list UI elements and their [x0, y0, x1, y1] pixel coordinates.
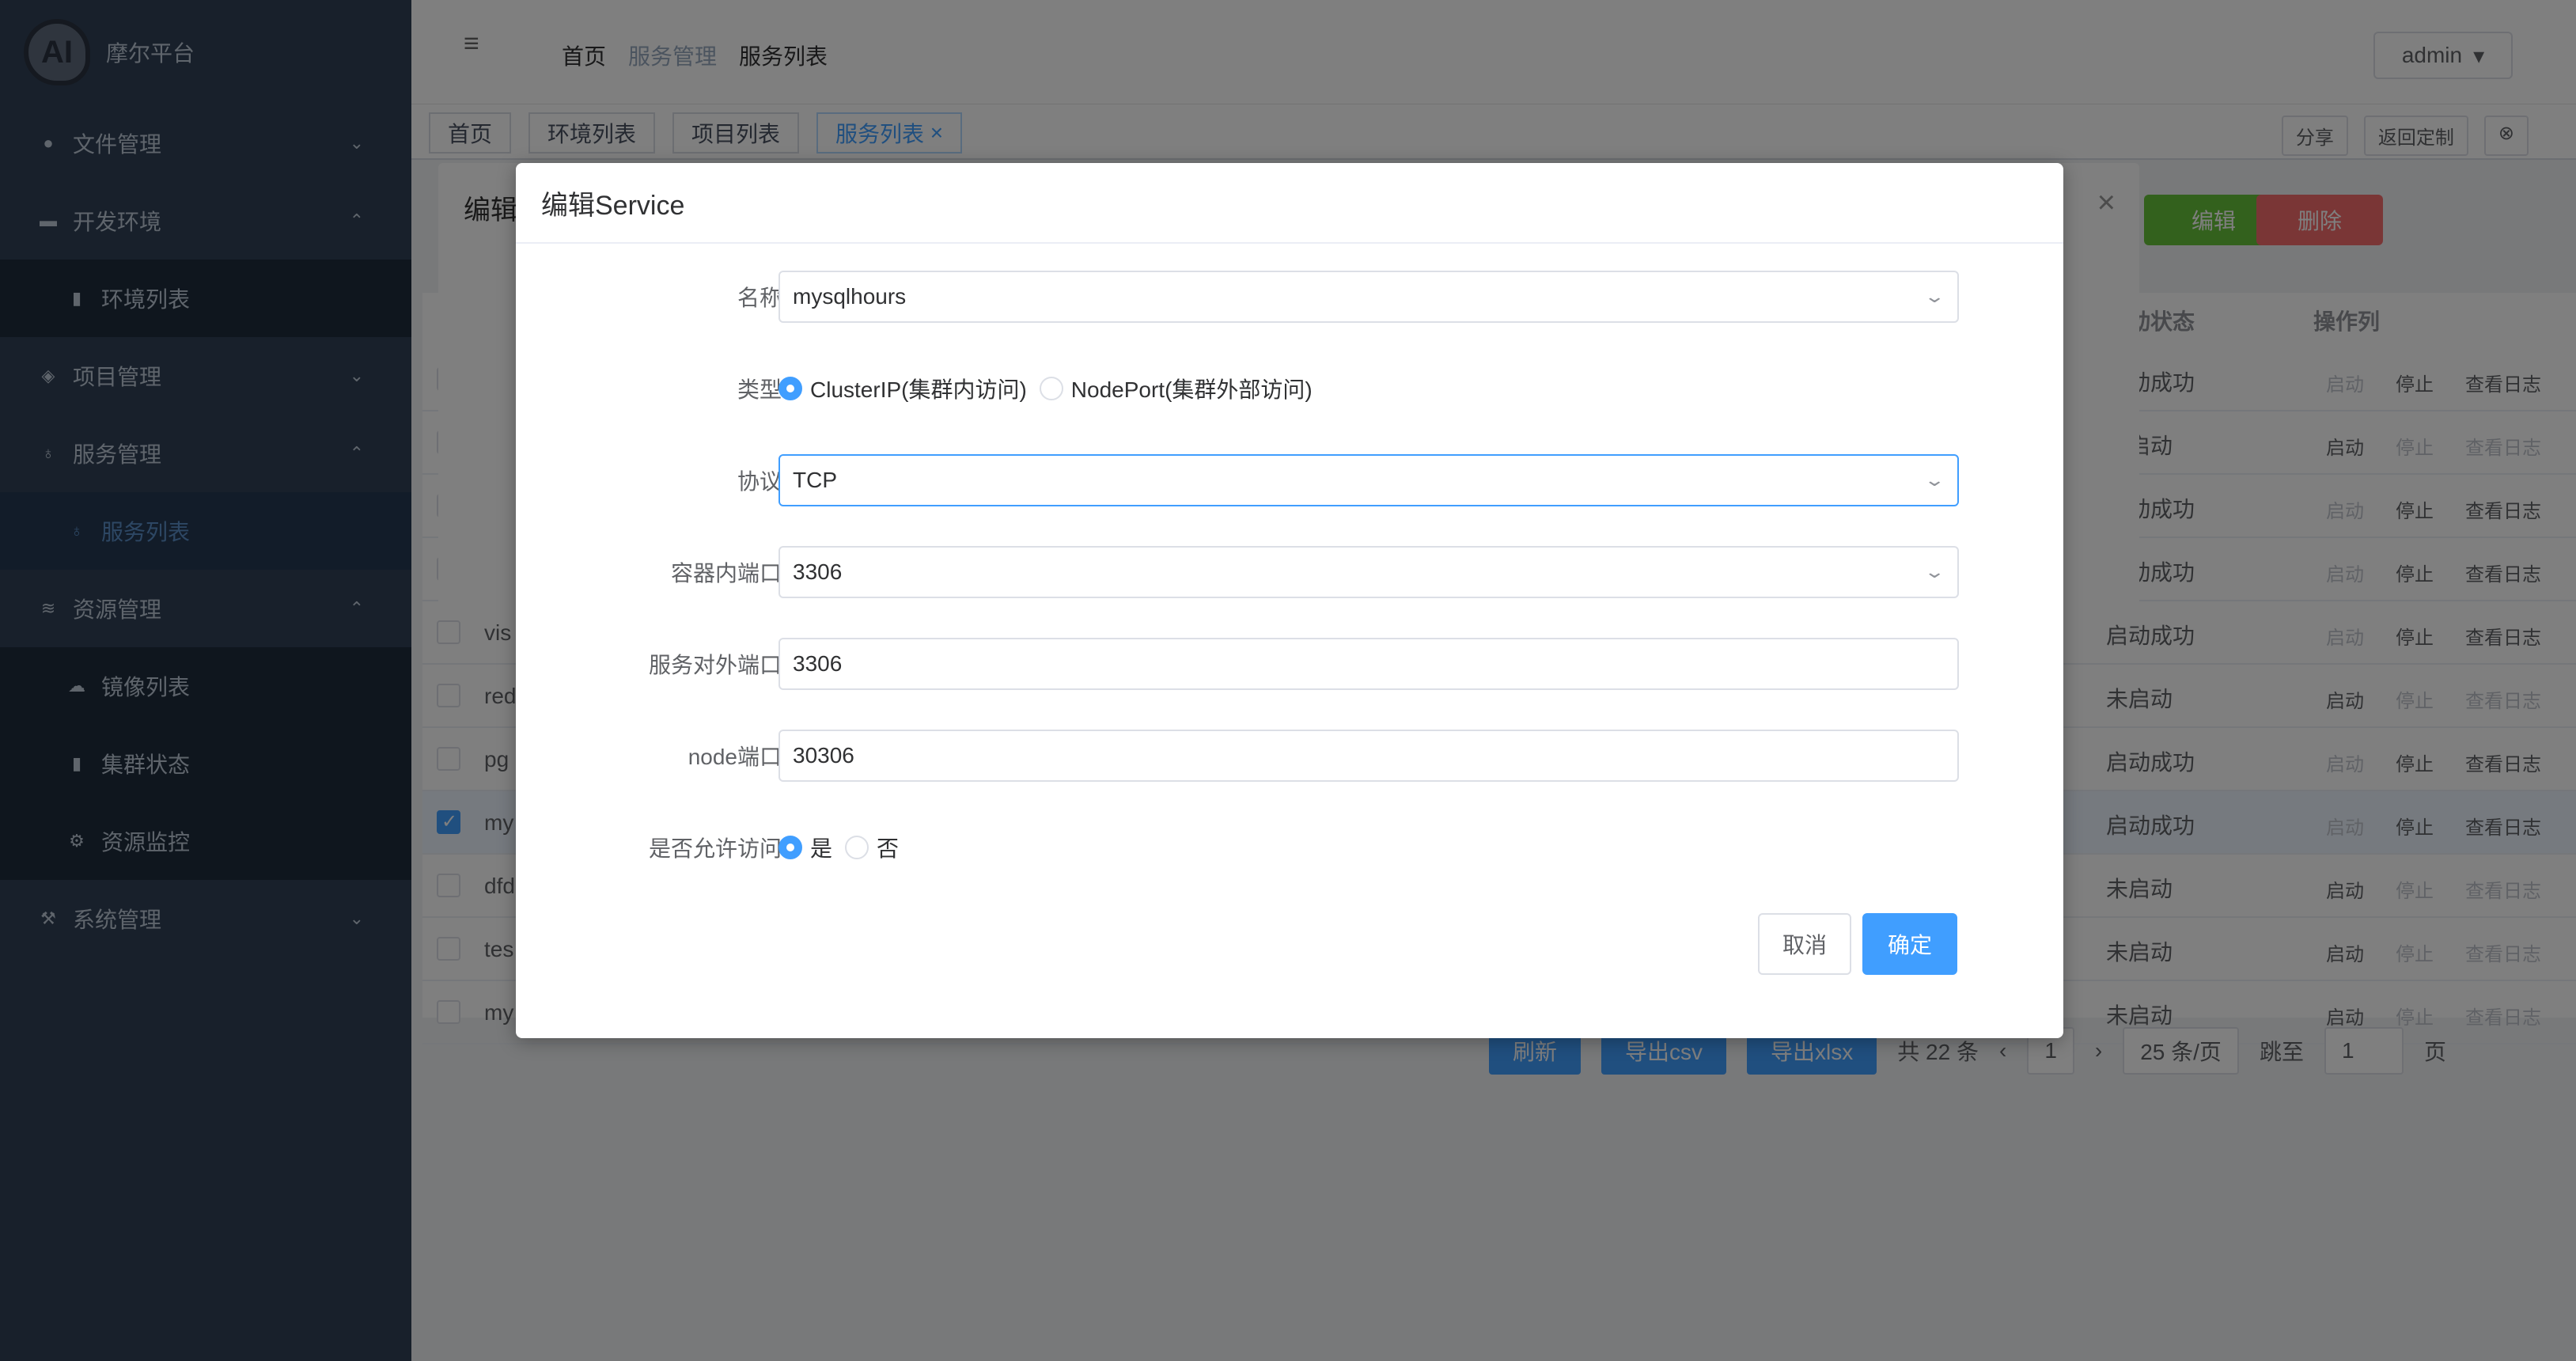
service-port-value: 3306 [793, 651, 843, 676]
form-row-name: 名称 mysqlhours ⌄ [516, 271, 2063, 323]
form-row-allow-access: 是否允许访问 是 否 [516, 821, 2063, 874]
edit-service-dialog: 编辑Service 名称 mysqlhours ⌄ 类型 ClusterIP(集… [516, 163, 2063, 1038]
service-port-label: 服务对外端口 [648, 653, 782, 677]
radio-label: 否 [877, 836, 900, 861]
name-value: mysqlhours [793, 284, 907, 309]
allow-access-radio-group: 是 否 [778, 832, 899, 863]
dialog-title: 编辑Service [541, 190, 685, 221]
form-row-protocol: 协议 TCP ⌄ [516, 454, 2063, 506]
dialog-header: 编辑Service [516, 163, 2063, 244]
form-row-service-port: 服务对外端口 3306 [516, 638, 2063, 690]
type-option-nodeport[interactable]: NodePort(集群外部访问) [1039, 373, 1313, 404]
type-label: 类型 [737, 377, 782, 402]
type-option-clusterip[interactable]: ClusterIP(集群内访问) [778, 373, 1027, 404]
allow-access-label: 是否允许访问 [648, 836, 782, 861]
container-port-select[interactable]: 3306 ⌄ [778, 546, 1959, 598]
container-port-label: 容器内端口 [670, 561, 782, 586]
type-radio-group: ClusterIP(集群内访问) NodePort(集群外部访问) [778, 373, 1313, 404]
service-port-input[interactable]: 3306 [778, 638, 1959, 690]
confirm-button[interactable]: 确定 [1862, 913, 1957, 975]
allow-option-yes[interactable]: 是 [778, 832, 832, 863]
radio-checked-icon[interactable] [778, 836, 802, 859]
radio-label: 是 [810, 836, 833, 861]
protocol-select[interactable]: TCP ⌄ [778, 454, 1959, 506]
chevron-down-icon: ⌄ [1923, 562, 1945, 582]
cancel-button[interactable]: 取消 [1758, 913, 1851, 975]
allow-option-no[interactable]: 否 [845, 832, 899, 863]
radio-unchecked-icon[interactable] [1039, 377, 1063, 400]
node-port-label: node端口 [688, 745, 782, 769]
form-row-container-port: 容器内端口 3306 ⌄ [516, 546, 2063, 598]
node-port-value: 30306 [793, 743, 854, 768]
radio-label: NodePort(集群外部访问) [1070, 377, 1313, 402]
protocol-value: TCP [793, 468, 837, 492]
container-port-value: 3306 [793, 559, 843, 584]
protocol-label: 协议 [737, 469, 782, 494]
name-select[interactable]: mysqlhours ⌄ [778, 271, 1959, 323]
chevron-down-icon: ⌄ [1923, 470, 1945, 490]
radio-label: ClusterIP(集群内访问) [810, 377, 1027, 402]
radio-checked-icon[interactable] [778, 377, 802, 400]
chevron-down-icon: ⌄ [1923, 286, 1945, 306]
form-row-node-port: node端口 30306 [516, 730, 2063, 782]
radio-unchecked-icon[interactable] [845, 836, 869, 859]
name-label: 名称 [737, 286, 782, 310]
form-row-type: 类型 ClusterIP(集群内访问) NodePort(集群外部访问) [516, 362, 2063, 415]
node-port-input[interactable]: 30306 [778, 730, 1959, 782]
